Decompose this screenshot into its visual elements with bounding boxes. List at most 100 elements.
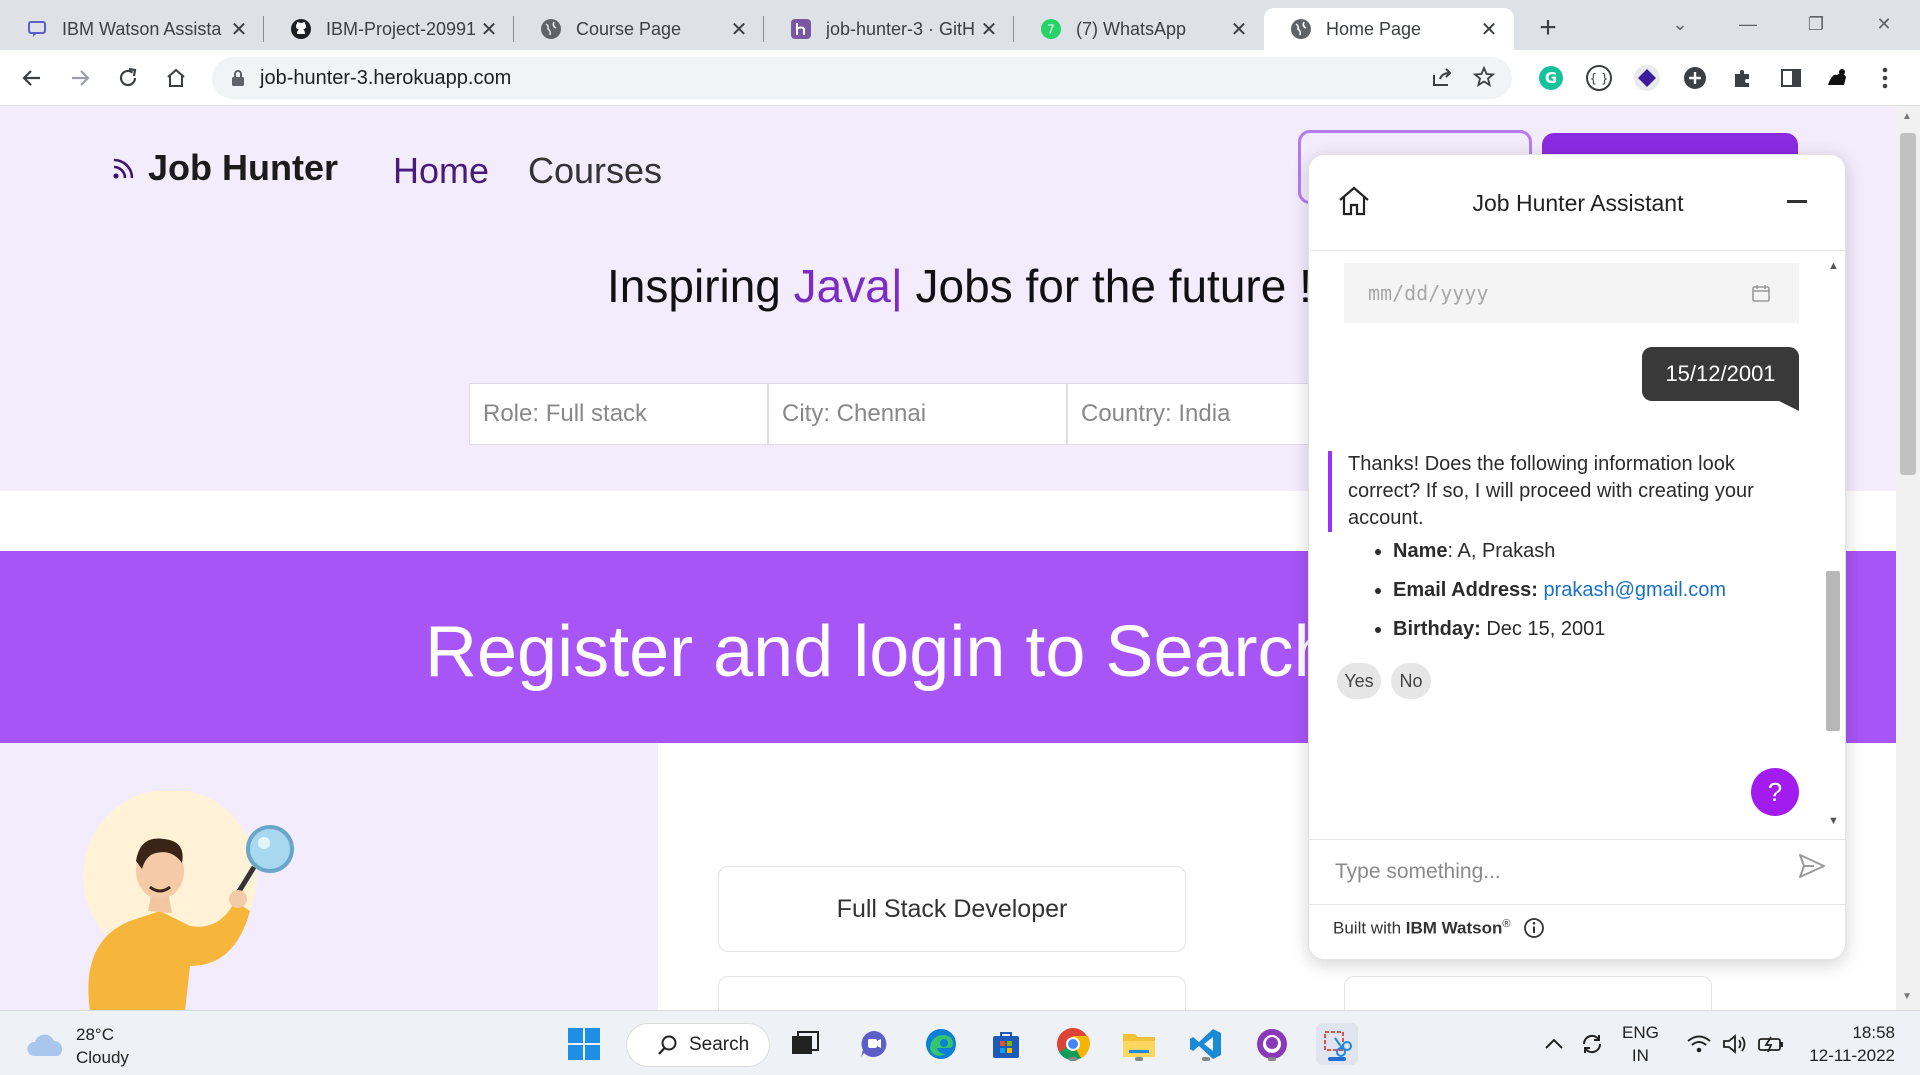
tab-job-hunter-github[interactable]: job-hunter-3 · GitH ✕: [764, 8, 1014, 50]
sync-icon[interactable]: [1574, 1023, 1610, 1065]
footer-brand: IBM Watson: [1405, 918, 1503, 938]
footer-mark: ®: [1502, 917, 1511, 930]
close-icon[interactable]: ✕: [728, 18, 750, 41]
site-logo[interactable]: Job Hunter: [110, 147, 338, 189]
restore-icon[interactable]: ❐: [1796, 6, 1836, 42]
email-link[interactable]: prakash@gmail.com: [1543, 579, 1726, 601]
minimize-icon[interactable]: —: [1728, 6, 1768, 42]
job-card[interactable]: [1344, 976, 1712, 1010]
file-explorer-icon[interactable]: [1118, 1023, 1160, 1065]
chrome-icon[interactable]: [1052, 1023, 1094, 1065]
reload-icon[interactable]: [108, 58, 148, 98]
account-details-list: Name: A, Prakash Email Address: prakash@…: [1367, 537, 1787, 654]
job-card[interactable]: Full Stack Developer: [718, 866, 1186, 952]
scroll-down-arrow-icon[interactable]: ▼: [1902, 991, 1912, 1002]
extension-circle-icon[interactable]: { }: [1582, 61, 1616, 95]
yes-option-button[interactable]: Yes: [1337, 663, 1381, 699]
chat-scrollbar[interactable]: ▲ ▼: [1825, 260, 1841, 832]
battery-charging-icon[interactable]: [1754, 1023, 1788, 1065]
github-icon: [290, 18, 312, 40]
name-value: : A, Prakash: [1447, 540, 1556, 562]
weather-condition: Cloudy: [76, 1048, 129, 1067]
start-windows-icon[interactable]: [563, 1023, 605, 1065]
clock[interactable]: 18:58 12-11-2022: [1805, 1021, 1895, 1067]
search-icon: [657, 1034, 679, 1056]
vscode-icon[interactable]: [1185, 1023, 1227, 1065]
city-input[interactable]: City: Chennai: [768, 383, 1067, 445]
page-scrollbar[interactable]: ▲ ▼: [1896, 107, 1920, 1010]
tab-title: (7) WhatsApp: [1076, 18, 1187, 39]
snipping-tool-icon[interactable]: [1316, 1023, 1358, 1065]
tab-home-page[interactable]: Home Page ✕: [1264, 8, 1514, 50]
share-icon[interactable]: [1430, 65, 1454, 89]
task-view-icon[interactable]: [784, 1023, 826, 1065]
microsoft-store-icon[interactable]: [985, 1023, 1027, 1065]
tab-course-page[interactable]: Course Page ✕: [514, 8, 764, 50]
wifi-icon[interactable]: [1682, 1023, 1716, 1065]
tab-title: IBM Watson Assista: [62, 18, 222, 39]
tab-whatsapp[interactable]: 7 (7) WhatsApp ✕: [1014, 8, 1264, 50]
taskbar-search[interactable]: Search: [626, 1023, 770, 1067]
nav-courses-link[interactable]: Courses: [528, 150, 662, 192]
no-option-button[interactable]: No: [1391, 663, 1431, 699]
chat-message-input[interactable]: Type something...: [1309, 839, 1845, 905]
extensions-puzzle-icon[interactable]: [1726, 61, 1760, 95]
scroll-up-arrow-icon[interactable]: ▲: [1902, 111, 1912, 122]
tab-title: job-hunter-3 · GitH: [826, 18, 976, 39]
illustration-panel: [0, 743, 658, 1010]
bookmark-star-icon[interactable]: [1472, 65, 1496, 89]
bot-message: Thanks! Does the following information l…: [1328, 451, 1788, 532]
extension-diamond-icon[interactable]: [1630, 61, 1664, 95]
scroll-down-arrow-icon[interactable]: ▼: [1828, 815, 1839, 827]
close-icon[interactable]: ✕: [478, 18, 500, 41]
calendar-icon[interactable]: [1751, 283, 1771, 303]
volume-icon[interactable]: [1718, 1023, 1752, 1065]
close-icon[interactable]: ✕: [228, 18, 250, 41]
weather-widget[interactable]: 28°C Cloudy: [26, 1023, 129, 1069]
grammarly-icon[interactable]: G: [1534, 61, 1568, 95]
chat-messages: mm/dd/yyyy 15/12/2001 Thanks! Does the f…: [1309, 252, 1845, 838]
job-card[interactable]: [718, 976, 1186, 1010]
forward-icon[interactable]: [60, 58, 100, 98]
profile-avatar[interactable]: [1820, 61, 1854, 95]
github-desktop-icon[interactable]: [1251, 1023, 1293, 1065]
role-input[interactable]: Role: Full stack: [469, 383, 768, 445]
extension-plus-icon[interactable]: [1678, 61, 1712, 95]
tab-search-icon[interactable]: ⌄: [1660, 6, 1700, 42]
chevron-up-icon[interactable]: [1536, 1023, 1572, 1065]
language-code: ENG: [1622, 1023, 1659, 1042]
send-icon[interactable]: [1797, 851, 1827, 881]
close-icon[interactable]: ✕: [1478, 18, 1500, 41]
info-icon[interactable]: [1523, 917, 1545, 939]
teams-chat-icon[interactable]: [853, 1023, 895, 1065]
close-icon[interactable]: ✕: [978, 18, 1000, 41]
hero-headline: Inspiring Java| Jobs for the future !: [607, 259, 1312, 313]
tab-github-project[interactable]: IBM-Project-20991 ✕: [264, 8, 514, 50]
date: 12-11-2022: [1809, 1046, 1895, 1065]
address-bar[interactable]: job-hunter-3.herokuapp.com: [212, 57, 1512, 99]
side-panel-icon[interactable]: [1774, 61, 1808, 95]
home-icon[interactable]: [156, 58, 196, 98]
whatsapp-icon: 7: [1040, 18, 1062, 40]
close-icon[interactable]: ✕: [1228, 18, 1250, 41]
tab-ibm-watson[interactable]: IBM Watson Assista ✕: [0, 8, 264, 50]
window-close-icon[interactable]: ✕: [1864, 6, 1904, 42]
language-indicator[interactable]: ENG IN: [1622, 1021, 1659, 1067]
region-code: IN: [1631, 1046, 1649, 1065]
scrollbar-thumb[interactable]: [1826, 571, 1840, 731]
new-tab-button[interactable]: +: [1530, 10, 1566, 46]
edge-browser-icon[interactable]: [920, 1023, 962, 1065]
minimize-icon[interactable]: [1787, 200, 1807, 203]
email-label: Email Address:: [1393, 579, 1538, 601]
chat-assistant-panel: Job Hunter Assistant mm/dd/yyyy 15/12/20…: [1308, 154, 1846, 960]
back-icon[interactable]: [12, 58, 52, 98]
nav-home-link[interactable]: Home: [393, 150, 489, 192]
heroku-icon: [790, 18, 812, 40]
help-button[interactable]: ?: [1751, 768, 1799, 816]
scrollbar-thumb[interactable]: [1900, 133, 1916, 475]
menu-kebab-icon[interactable]: [1868, 61, 1902, 95]
time: 18:58: [1852, 1023, 1895, 1042]
birthday-date-input[interactable]: mm/dd/yyyy: [1344, 263, 1799, 323]
globe-icon: [540, 18, 562, 40]
scroll-up-arrow-icon[interactable]: ▲: [1828, 260, 1839, 272]
